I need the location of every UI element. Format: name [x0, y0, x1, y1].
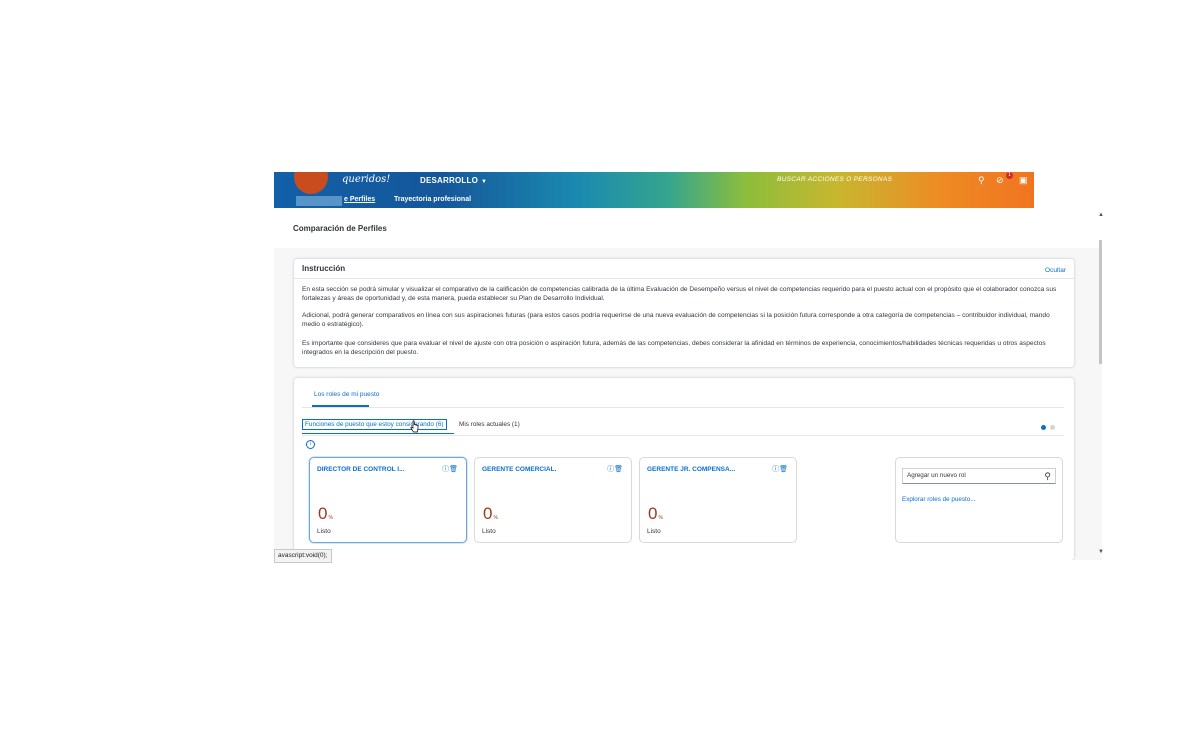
segment-mis-roles-actuales[interactable]: Mis roles actuales (1) — [459, 421, 520, 428]
page-title: Comparación de Perfiles — [293, 224, 387, 233]
carousel-dot-active[interactable] — [1041, 425, 1046, 430]
scroll-up-arrow[interactable]: ▲ — [1098, 212, 1104, 218]
mouse-cursor-icon — [410, 420, 419, 433]
add-role-input[interactable]: Agregar un nuevo rol ⚲ — [902, 468, 1056, 484]
notifications-icon[interactable]: ▣ — [1019, 175, 1028, 185]
card-actions: ⓘ🗑 — [607, 464, 623, 474]
shell-header-right — [1034, 172, 1102, 208]
search-field[interactable]: BUSCAR ACCIONES O PERSONAS — [777, 176, 892, 183]
instruction-paragraph: En esta sección se podrá simular y visua… — [302, 286, 1057, 302]
shell-header: queridos! DESARROLLO ▼ BUSCAR ACCIONES O … — [274, 172, 1034, 208]
search-icon[interactable]: ⚲ — [978, 175, 985, 185]
chevron-down-icon: ▼ — [481, 179, 488, 185]
instruction-paragraph: Es importante que consideres que para ev… — [302, 340, 1046, 356]
instruction-heading: Instrucción — [302, 264, 346, 273]
role-card[interactable]: DIRECTOR DE CONTROL I... ⓘ🗑 0% Listo — [309, 457, 467, 543]
role-title[interactable]: GERENTE COMERCIAL. — [482, 466, 556, 473]
delete-icon[interactable]: 🗑 — [614, 466, 623, 473]
card-actions: ⓘ🗑 — [442, 464, 458, 474]
logo-text: queridos! — [342, 174, 391, 185]
divider — [294, 278, 1074, 279]
role-card[interactable]: GERENTE JR. COMPENSA... ⓘ🗑 0% Listo — [639, 457, 797, 543]
role-status: Listo — [482, 528, 496, 535]
scrollbar-thumb[interactable] — [1099, 240, 1102, 364]
explore-roles-link[interactable]: Explorar roles de puesto... — [902, 496, 976, 503]
delete-icon[interactable]: 🗑 — [779, 466, 788, 473]
app-window: queridos! DESARROLLO ▼ BUSCAR ACCIONES O … — [274, 172, 1102, 560]
add-role-card: Agregar un nuevo rol ⚲ Explorar roles de… — [895, 457, 1063, 543]
scroll-down-arrow[interactable]: ▼ — [1098, 549, 1104, 555]
segment-funciones-considerando[interactable]: Funciones de puesto que estoy consideran… — [302, 419, 447, 430]
sub-navigation: e Perfiles Trayectoria profesional — [274, 194, 1034, 208]
approvals-icon[interactable]: ⊘ — [996, 175, 1004, 185]
tab-comparacion-perfiles[interactable]: e Perfiles — [344, 196, 375, 203]
tab-trayectoria-profesional[interactable]: Trayectoria profesional — [394, 196, 471, 203]
instruction-panel: Instrucción Ocultar En esta sección se p… — [293, 258, 1075, 368]
notification-badge: 1 — [1006, 172, 1013, 179]
add-role-placeholder: Agregar un nuevo rol — [907, 472, 966, 479]
search-icon[interactable]: ⚲ — [1044, 469, 1051, 483]
module-menu[interactable]: DESARROLLO ▼ — [420, 176, 487, 185]
role-status: Listo — [317, 528, 331, 535]
match-percentage: 0% — [483, 504, 498, 523]
role-card[interactable]: GERENTE COMERCIAL. ⓘ🗑 0% Listo — [474, 457, 632, 543]
status-bar-url: avascript:void(0); — [274, 549, 332, 563]
match-percentage: 0% — [318, 504, 333, 523]
company-logo[interactable] — [294, 172, 328, 194]
role-title[interactable]: GERENTE JR. COMPENSA... — [647, 466, 735, 473]
carousel-dot[interactable] — [1050, 425, 1055, 430]
divider — [302, 407, 1064, 408]
divider — [302, 435, 1064, 436]
roles-panel: Los roles de mi puesto Funciones de pues… — [293, 377, 1075, 560]
info-icon[interactable]: i — [306, 440, 315, 449]
hide-link[interactable]: Ocultar — [1045, 267, 1066, 274]
role-status: Listo — [647, 528, 661, 535]
delete-icon[interactable]: 🗑 — [449, 466, 458, 473]
role-title[interactable]: DIRECTOR DE CONTROL I... — [317, 466, 405, 473]
instruction-paragraph: Adicional, podrá generar comparativos en… — [302, 312, 1050, 328]
carousel-indicator — [1041, 417, 1059, 435]
tab-roles-de-mi-puesto[interactable]: Los roles de mi puesto — [314, 391, 379, 398]
match-percentage: 0% — [648, 504, 663, 523]
tab-highlight — [296, 196, 342, 206]
module-label: DESARROLLO — [420, 176, 478, 185]
page-header: Comparación de Perfiles — [274, 208, 1102, 248]
segment-indicator — [302, 433, 454, 434]
card-actions: ⓘ🗑 — [772, 464, 788, 474]
